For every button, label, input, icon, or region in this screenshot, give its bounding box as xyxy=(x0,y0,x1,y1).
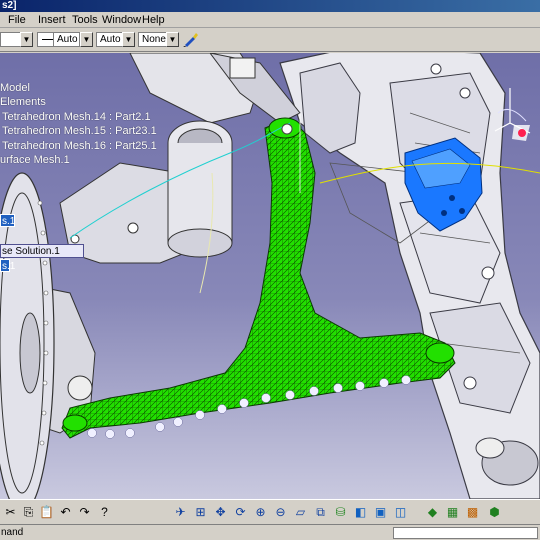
title-bar: s2] xyxy=(0,0,540,12)
rotate-icon[interactable]: ⟳ xyxy=(232,504,249,521)
layer-combo-value: None xyxy=(142,34,166,45)
layer-combo-arrow[interactable]: ▼ xyxy=(166,32,179,47)
tree-node-mesh-16[interactable]: Tetrahedron Mesh.16 : Part25.1 xyxy=(0,139,157,153)
tree-node-model[interactable]: Model xyxy=(0,81,150,95)
thickness-combo[interactable]: Auto xyxy=(53,32,80,47)
swap-visible-icon[interactable]: ◫ xyxy=(392,504,409,521)
undo-icon[interactable]: ↶ xyxy=(57,504,74,521)
cut-icon[interactable]: ✂ xyxy=(2,504,19,521)
mesh-icon[interactable]: ▦ xyxy=(444,504,461,521)
color-combo-arrow[interactable]: ▼ xyxy=(20,32,33,47)
tree-node-solution[interactable]: se Solution.1 xyxy=(0,244,84,258)
compute-icon[interactable]: ◆ xyxy=(424,504,441,521)
whats-this-icon[interactable]: ? xyxy=(96,504,113,521)
zoom-in-icon[interactable]: ⊕ xyxy=(252,504,269,521)
3d-viewport[interactable]: Model Elements Tetrahedron Mesh.14 : Par… xyxy=(0,53,540,499)
tree-node-mesh-14[interactable]: Tetrahedron Mesh.14 : Part2.1 xyxy=(0,110,151,124)
menu-file[interactable]: File xyxy=(6,13,28,27)
status-bar: nand xyxy=(0,524,540,540)
thickness-combo-value: Auto xyxy=(57,34,78,45)
menu-window[interactable]: Window xyxy=(100,13,143,27)
compass-icon[interactable] xyxy=(490,83,535,143)
menu-help[interactable]: Help xyxy=(140,13,167,27)
hide-show-icon[interactable]: ▣ xyxy=(372,504,389,521)
linetype-combo[interactable]: Auto xyxy=(96,32,124,47)
tree-node-mesh-15[interactable]: Tetrahedron Mesh.15 : Part23.1 xyxy=(0,124,157,138)
material-icon[interactable]: ▩ xyxy=(464,504,481,521)
upper-link-part xyxy=(129,53,301,124)
fit-all-icon[interactable]: ⊞ xyxy=(192,504,209,521)
paste-icon[interactable]: 📋 xyxy=(38,504,55,521)
workbench-toolbar: ✂ ⎘ 📋 ↶ ↷ ? ✈ ⊞ ✥ ⟳ ⊕ ⊖ ▱ ⧉ ⛁ ◧ ▣ ◫ ◆ ▦ … xyxy=(0,499,540,524)
tree-node-surface-mesh[interactable]: urface Mesh.1 xyxy=(0,153,150,167)
multi-view-icon[interactable]: ⧉ xyxy=(312,504,329,521)
window-title: s2] xyxy=(2,0,17,11)
tree-node-elements[interactable]: Elements xyxy=(0,95,150,109)
tree-node-selected-a[interactable]: s.1 xyxy=(0,214,15,227)
specification-tree: Model Elements Tetrahedron Mesh.14 : Par… xyxy=(0,81,157,167)
normal-view-icon[interactable]: ▱ xyxy=(292,504,309,521)
fly-mode-icon[interactable]: ✈ xyxy=(172,504,189,521)
thickness-combo-arrow[interactable]: ▼ xyxy=(80,32,93,47)
linetype-combo-value: Auto xyxy=(100,34,121,45)
copy-icon[interactable]: ⎘ xyxy=(20,504,37,521)
zoom-out-icon[interactable]: ⊖ xyxy=(272,504,289,521)
layer-combo[interactable]: None xyxy=(138,32,168,47)
pan-icon[interactable]: ✥ xyxy=(212,504,229,521)
cube-icon[interactable]: ⬢ xyxy=(486,504,503,521)
catia-application-window: s2] File Insert Tools Window Help ▼ ▼ Au… xyxy=(0,0,540,540)
menu-bar: File Insert Tools Window Help xyxy=(0,12,540,28)
view-cylinder-icon[interactable]: ⛁ xyxy=(332,504,349,521)
redo-icon[interactable]: ↷ xyxy=(76,504,93,521)
linetype-combo-arrow[interactable]: ▼ xyxy=(122,32,135,47)
painter-icon[interactable] xyxy=(182,31,199,48)
menu-insert[interactable]: Insert xyxy=(36,13,68,27)
graphic-properties-toolbar: ▼ ▼ Auto ▼ Auto ▼ None ▼ xyxy=(0,28,540,52)
status-text: nand xyxy=(1,527,24,538)
menu-tools[interactable]: Tools xyxy=(70,13,100,27)
command-input[interactable] xyxy=(393,527,538,539)
tree-node-selected-b[interactable]: s.1 xyxy=(0,259,15,272)
shading-icon[interactable]: ◧ xyxy=(352,504,369,521)
